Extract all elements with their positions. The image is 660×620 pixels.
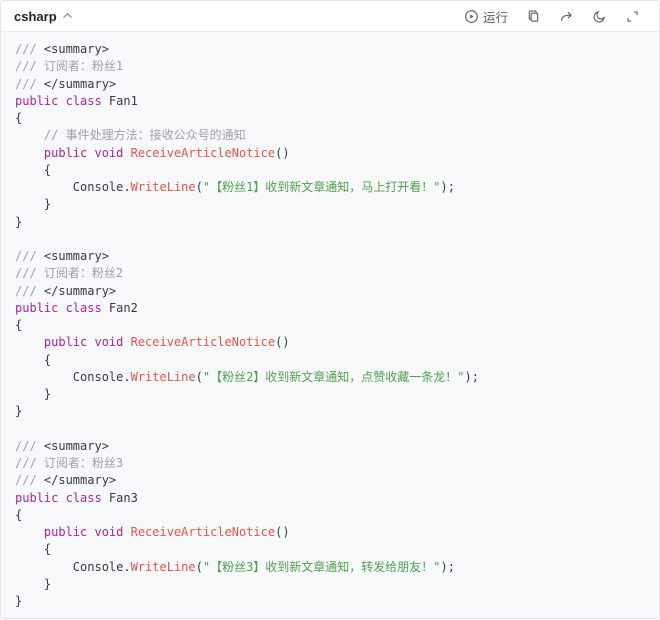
play-circle-icon xyxy=(464,9,479,24)
code-actions: 运行 xyxy=(452,4,646,29)
code-line: public class Fan2 xyxy=(15,300,645,317)
code-line: public class Fan3 xyxy=(15,490,645,507)
code-line: Console.WriteLine("【粉丝3】收到新文章通知，转发给朋友！")… xyxy=(15,559,645,576)
code-line: /// 订阅者：粉丝2 xyxy=(15,265,645,282)
code-line: /// </summary> xyxy=(15,472,645,489)
curved-arrow-icon xyxy=(559,9,574,24)
code-line: // 事件处理方法：接收公众号的通知 xyxy=(15,127,645,144)
code-line: public void ReceiveArticleNotice() xyxy=(15,524,645,541)
run-button[interactable]: 运行 xyxy=(458,4,514,29)
expand-icon xyxy=(625,9,640,24)
code-line xyxy=(15,231,645,248)
code-line: public class Fan1 xyxy=(15,93,645,110)
fullscreen-button[interactable] xyxy=(619,6,646,27)
code-line: public void ReceiveArticleNotice() xyxy=(15,334,645,351)
code-line xyxy=(15,421,645,438)
code-line: /// 订阅者：粉丝1 xyxy=(15,58,645,75)
code-line: { xyxy=(15,317,645,334)
code-line: { xyxy=(15,541,645,558)
code-line: { xyxy=(15,162,645,179)
code-line: /// </summary> xyxy=(15,283,645,300)
code-block-header: csharp 运行 xyxy=(1,1,659,32)
code-line: /// <summary> xyxy=(15,438,645,455)
code-line: /// <summary> xyxy=(15,248,645,265)
copy-icon xyxy=(526,9,541,24)
code-line: Console.WriteLine("【粉丝1】收到新文章通知，马上打开看！")… xyxy=(15,179,645,196)
code-line: public void ReceiveArticleNotice() xyxy=(15,145,645,162)
theme-toggle-button[interactable] xyxy=(586,6,613,27)
code-line: { xyxy=(15,507,645,524)
code-line: Console.WriteLine("【粉丝2】收到新文章通知，点赞收藏一条龙！… xyxy=(15,369,645,386)
code-content: /// <summary>/// 订阅者：粉丝1/// </summary>pu… xyxy=(1,32,659,618)
code-line: /// <summary> xyxy=(15,41,645,58)
code-line: } xyxy=(15,196,645,213)
run-label: 运行 xyxy=(483,7,508,26)
code-line: /// </summary> xyxy=(15,76,645,93)
code-block-panel: csharp 运行 xyxy=(0,0,660,619)
code-line: { xyxy=(15,352,645,369)
copy-button[interactable] xyxy=(520,6,547,27)
share-arrow-button[interactable] xyxy=(553,6,580,27)
chevron-up-icon xyxy=(62,12,73,20)
code-line: } xyxy=(15,386,645,403)
code-line: } xyxy=(15,593,645,610)
code-line: } xyxy=(15,403,645,420)
language-collapse-toggle[interactable]: csharp xyxy=(14,9,73,24)
code-line: { xyxy=(15,110,645,127)
language-label: csharp xyxy=(14,9,57,24)
code-line: } xyxy=(15,576,645,593)
code-line: } xyxy=(15,214,645,231)
code-line: /// 订阅者：粉丝3 xyxy=(15,455,645,472)
moon-icon xyxy=(592,9,607,24)
